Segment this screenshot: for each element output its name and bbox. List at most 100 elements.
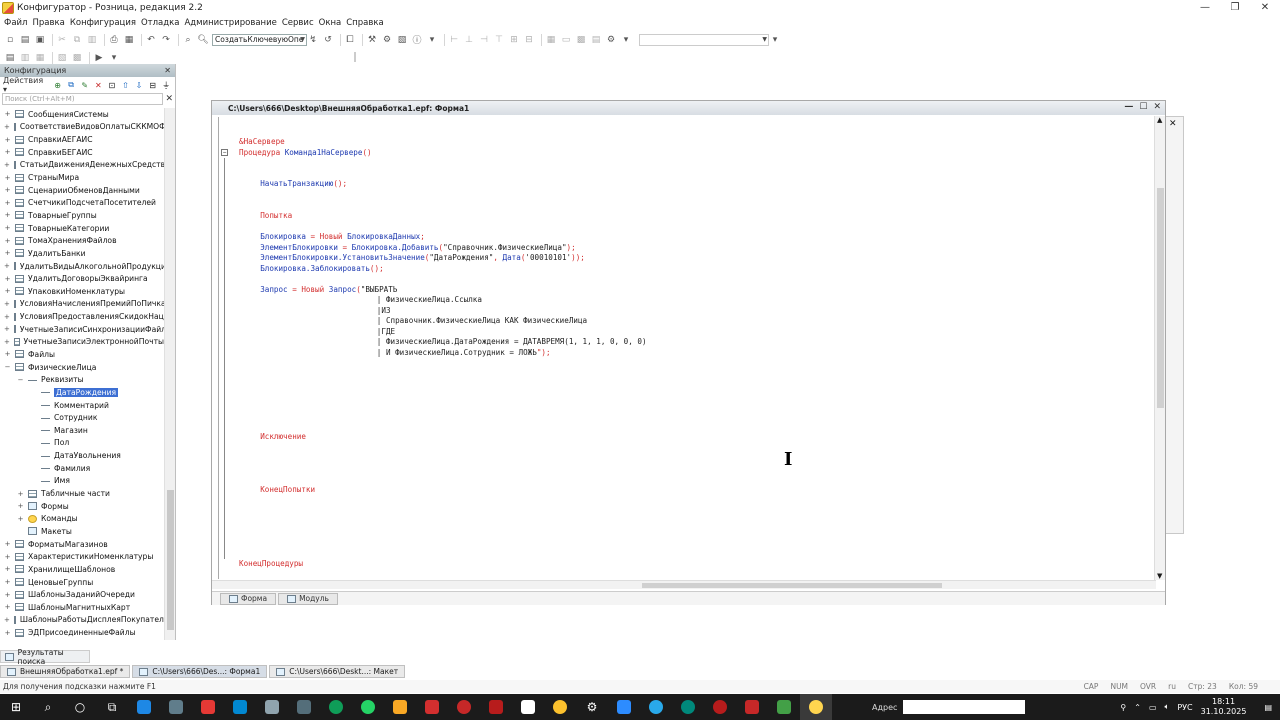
settings-icon[interactable]: ⚙ (576, 694, 608, 720)
db-config-icon[interactable]: ▧ (56, 52, 68, 64)
menu-item[interactable]: Правка (32, 18, 64, 28)
tree-node[interactable]: + УчетныеЗаписиЭлектроннойПочты (0, 336, 164, 349)
tree-scrollbar[interactable] (164, 108, 175, 640)
language-indicator[interactable]: РУС (1177, 703, 1192, 712)
volume-icon[interactable]: 🔈︎ (1165, 702, 1170, 712)
taskbar-app-icon[interactable] (512, 694, 544, 720)
expand-icon[interactable]: + (4, 249, 11, 257)
tree-node[interactable]: Пол (0, 437, 164, 450)
tree-node[interactable]: Магазин (0, 424, 164, 437)
tree-node[interactable]: + УдалитьВидыАлкогольнойПродукции (0, 260, 164, 273)
taskbar-app-icon[interactable] (224, 694, 256, 720)
tree-node[interactable]: + СообщенияСистемы (0, 108, 164, 121)
minimize-icon[interactable]: — (1124, 102, 1133, 112)
collapse-icon[interactable]: − (17, 376, 24, 384)
tree-node[interactable]: + УдалитьДоговорыЭквайринга (0, 272, 164, 285)
tree-node[interactable]: Комментарий (0, 399, 164, 412)
tree-node[interactable]: Макеты (0, 525, 164, 538)
menu-item[interactable]: Окна (319, 18, 342, 28)
cut-icon[interactable]: ✂ (56, 34, 68, 46)
actions-menu[interactable]: Действия ▾ (3, 76, 48, 94)
module-icon[interactable]: ▧ (396, 34, 408, 46)
expand-icon[interactable]: + (4, 211, 11, 219)
tree-node[interactable]: + УсловияНачисленияПремийПоПичкам (0, 298, 164, 311)
expand-icon[interactable]: + (4, 300, 10, 308)
align-top-icon[interactable]: ⊤ (493, 34, 505, 46)
grid-icon[interactable]: ▦ (545, 34, 557, 46)
expand-icon[interactable]: + (4, 313, 10, 321)
expand-icon[interactable]: + (4, 161, 10, 169)
tree-node[interactable]: + ФорматыМагазинов (0, 538, 164, 551)
expand-icon[interactable]: + (4, 616, 10, 624)
minimize-icon[interactable]: — (1190, 0, 1220, 14)
menu-item[interactable]: Файл (4, 18, 27, 28)
find-next-icon[interactable]: ↯ (307, 34, 319, 46)
tree-node[interactable]: + ХранилищеШаблонов (0, 563, 164, 576)
expand-icon[interactable]: + (4, 553, 11, 561)
scroll-down-icon[interactable]: ▼ (1157, 572, 1162, 580)
tree-node[interactable]: + СправкиБЕГАИС (0, 146, 164, 159)
scrollbar-thumb[interactable] (167, 490, 174, 630)
start-debug-icon[interactable]: ▶ (93, 52, 105, 64)
close-icon[interactable]: ✕ (1153, 102, 1161, 112)
expand-icon[interactable]: + (4, 275, 11, 283)
tree-node[interactable]: + ТомаХраненияФайлов (0, 234, 164, 247)
tree-node[interactable]: + Файлы (0, 348, 164, 361)
calculator-icon[interactable] (288, 694, 320, 720)
tray-chevron-icon[interactable]: ⌃ (1134, 703, 1141, 712)
tree-node[interactable]: + СправкиАЕГАИС (0, 133, 164, 146)
info-icon[interactable]: ⓘ (411, 34, 423, 46)
align-right-icon[interactable]: ⊣ (478, 34, 490, 46)
tree-node[interactable]: − Реквизиты (0, 373, 164, 386)
save-icon[interactable]: ▣ (34, 34, 46, 46)
close-icon[interactable]: ✕ (164, 66, 171, 75)
undo-icon[interactable]: ↶ (145, 34, 157, 46)
expand-icon[interactable]: + (4, 578, 11, 586)
paste-icon[interactable]: ▥ (86, 34, 98, 46)
config-compare-icon[interactable]: ▦ (34, 52, 46, 64)
properties-icon[interactable]: ⊡ (107, 80, 117, 90)
same-size-icon[interactable]: ⊞ (508, 34, 520, 46)
telegram-icon[interactable] (640, 694, 672, 720)
notifications-icon[interactable]: ▤ (1264, 703, 1272, 712)
tree-node[interactable]: + ЦеновыеГруппы (0, 576, 164, 589)
close-icon[interactable]: ✕ (1169, 119, 1177, 129)
tree-node[interactable]: Имя (0, 475, 164, 488)
address-input[interactable] (903, 700, 1026, 714)
tree-node[interactable]: + Команды (0, 513, 164, 526)
search-icon[interactable]: ⌕ (32, 694, 64, 720)
window-tab[interactable]: C:\Users\666\Deskt...: Макет (269, 665, 406, 678)
expand-icon[interactable]: + (4, 186, 11, 194)
window-list-icon[interactable]: ⧠ (344, 34, 356, 46)
find-icon[interactable]: ⌕ (182, 34, 194, 46)
collapse-icon[interactable]: − (221, 148, 228, 156)
menu-item[interactable]: Администрирование (184, 18, 276, 28)
tree-node[interactable]: ДатаУвольнения (0, 449, 164, 462)
close-icon[interactable]: ✕ (1250, 0, 1280, 14)
taskbar-app-icon[interactable] (736, 694, 768, 720)
acrobat-icon[interactable] (480, 694, 512, 720)
task-view-icon[interactable]: ⧉ (96, 694, 128, 720)
taskbar-app-icon[interactable] (128, 694, 160, 720)
people-icon[interactable]: ⚲ (1120, 703, 1126, 712)
search-icon[interactable]: 🔍︎ (197, 34, 209, 46)
picture-icon[interactable]: ▩ (575, 34, 587, 46)
taskbar-app-icon[interactable] (256, 694, 288, 720)
window-tab[interactable]: C:\Users\666\Des...: Форма1 (132, 665, 268, 678)
expand-icon[interactable]: + (4, 148, 11, 156)
expand-icon[interactable]: + (4, 136, 11, 144)
tree-node[interactable]: + ЭДПрисоединенныеФайлы (0, 626, 164, 639)
filter-icon[interactable]: ⏚ (161, 80, 171, 90)
editor-tab[interactable]: Форма (220, 592, 277, 605)
maximize-icon[interactable]: ☐ (1139, 102, 1147, 112)
search-results-tab[interactable]: Результаты поиска (0, 648, 90, 666)
tree-node[interactable]: + ШаблоныРаботыДисплеяПокупателя (0, 614, 164, 627)
add-icon[interactable]: ⊕ (53, 80, 63, 90)
chrome-icon[interactable] (544, 694, 576, 720)
1c-configurator-icon[interactable] (800, 694, 832, 720)
open-icon[interactable]: ▤ (19, 34, 31, 46)
tree-node[interactable]: + Формы (0, 500, 164, 513)
tree-node[interactable]: + ТоварныеГруппы (0, 209, 164, 222)
taskbar-app-icon[interactable] (160, 694, 192, 720)
tree-node[interactable]: + СценарииОбменовДанными (0, 184, 164, 197)
